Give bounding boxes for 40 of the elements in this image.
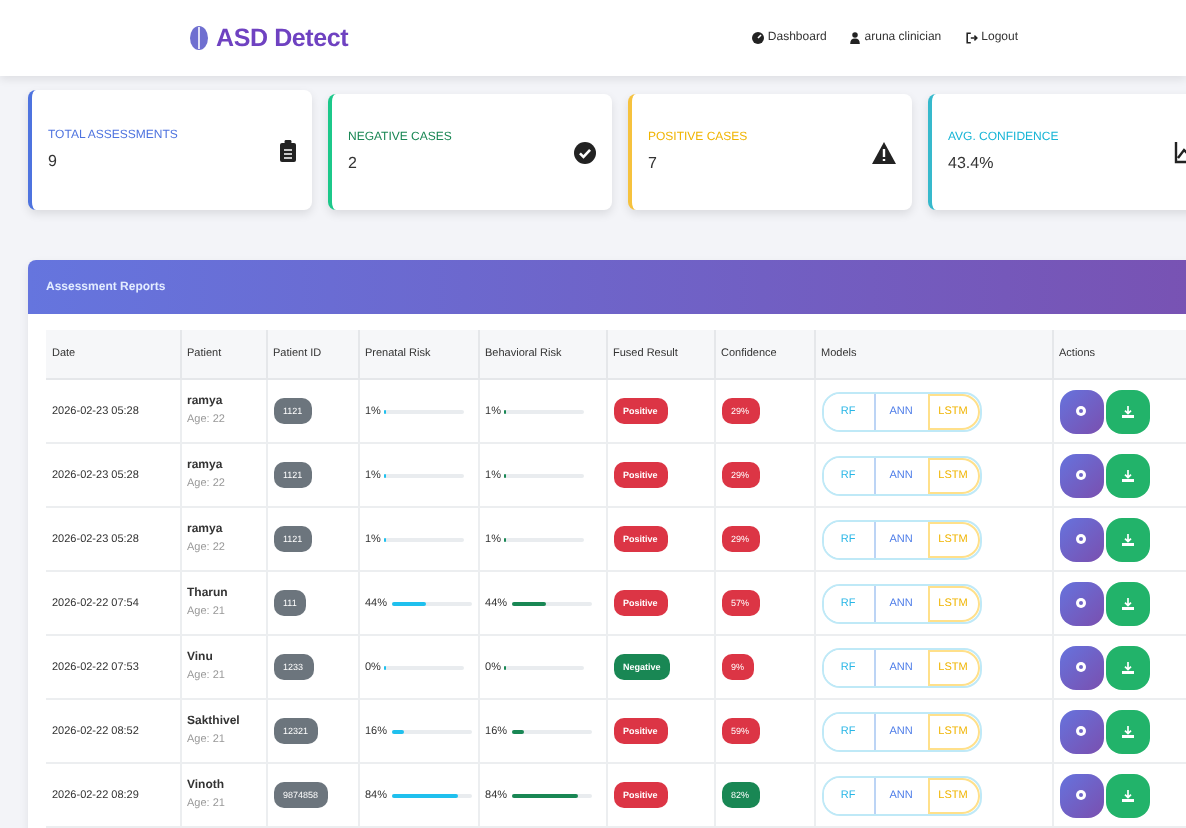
view-button[interactable] bbox=[1059, 581, 1104, 625]
circle-icon bbox=[1076, 790, 1087, 800]
stat-value: 9 bbox=[48, 152, 59, 170]
user-icon bbox=[850, 32, 861, 44]
logout-icon bbox=[965, 32, 978, 44]
app-title: ASD Detect bbox=[216, 24, 349, 52]
view-button[interactable] bbox=[1059, 645, 1104, 689]
warning-icon bbox=[872, 141, 896, 163]
view-button[interactable] bbox=[1059, 709, 1104, 753]
download-icon bbox=[1121, 661, 1134, 673]
download-button[interactable] bbox=[1105, 645, 1150, 689]
download-button[interactable] bbox=[1105, 581, 1150, 625]
download-icon bbox=[1121, 533, 1134, 545]
download-button[interactable] bbox=[1105, 389, 1150, 433]
stat-value: 7 bbox=[648, 154, 659, 172]
circle-icon bbox=[1076, 470, 1087, 480]
circle-icon bbox=[1076, 534, 1087, 544]
download-button[interactable] bbox=[1105, 709, 1150, 753]
view-button[interactable] bbox=[1059, 389, 1104, 433]
gauge-icon bbox=[751, 32, 764, 44]
view-button[interactable] bbox=[1059, 453, 1104, 497]
download-button[interactable] bbox=[1105, 453, 1150, 497]
stat-value: 2 bbox=[348, 154, 359, 172]
download-icon bbox=[1121, 469, 1134, 481]
circle-icon bbox=[1076, 598, 1087, 608]
download-icon bbox=[1121, 405, 1134, 417]
download-icon bbox=[1121, 597, 1134, 609]
view-button[interactable] bbox=[1059, 517, 1104, 561]
circle-icon bbox=[1076, 406, 1087, 416]
download-icon bbox=[1121, 789, 1134, 801]
circle-icon bbox=[1076, 662, 1087, 672]
circle-icon bbox=[1076, 726, 1087, 736]
stat-value: 43.4% bbox=[948, 154, 996, 172]
clipboard-icon bbox=[280, 139, 296, 161]
download-icon bbox=[1121, 725, 1134, 737]
download-button[interactable] bbox=[1105, 517, 1150, 561]
brain-icon bbox=[190, 26, 208, 50]
view-button[interactable] bbox=[1059, 773, 1104, 817]
check-circle-icon bbox=[574, 141, 596, 163]
download-button[interactable] bbox=[1105, 773, 1150, 817]
